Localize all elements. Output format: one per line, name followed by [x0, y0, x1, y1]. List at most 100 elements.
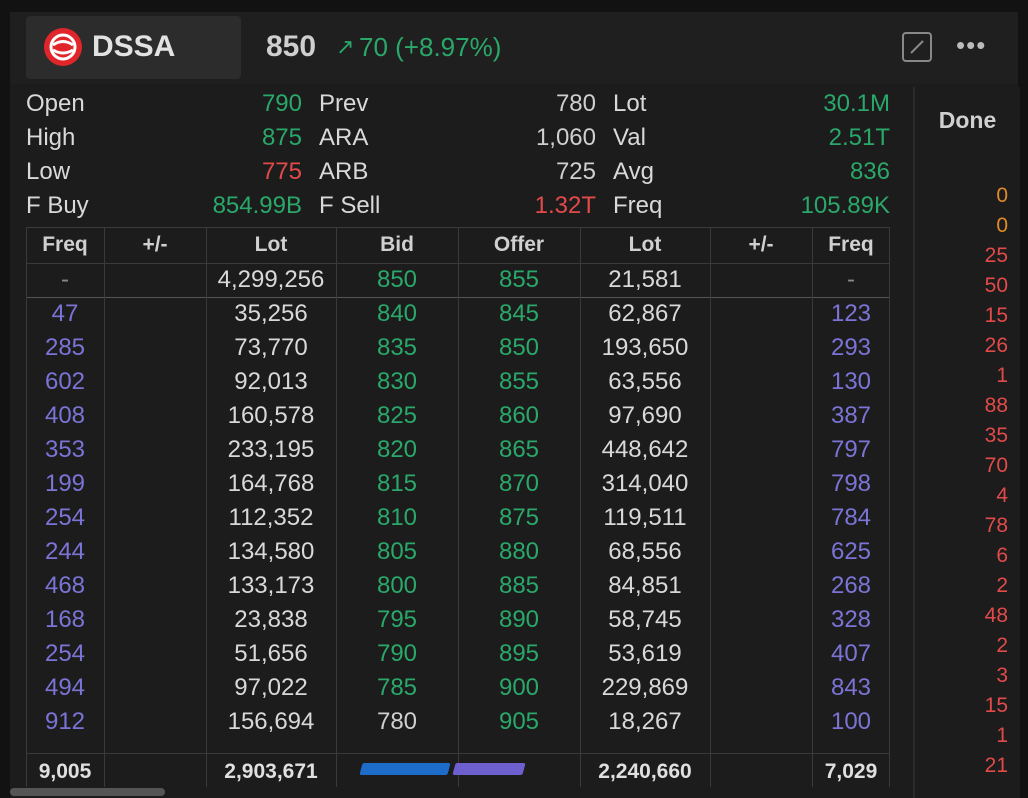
column-header[interactable]: Freq [26, 227, 104, 263]
column-header[interactable]: +/- [710, 227, 812, 263]
bid-lot-cell[interactable]: 4,299,256 [206, 263, 336, 297]
bid-lot-cell[interactable]: 112,352 [206, 501, 336, 535]
column-header[interactable]: Lot [206, 227, 336, 263]
bid-price-cell[interactable]: 795 [336, 603, 458, 637]
offer-freq-cell[interactable]: 798 [812, 467, 890, 501]
bid-lot-cell[interactable]: 51,656 [206, 637, 336, 671]
offer-freq-cell[interactable]: 293 [812, 331, 890, 365]
bid-price-cell[interactable]: 820 [336, 433, 458, 467]
bid-lot-cell[interactable]: 35,256 [206, 297, 336, 331]
bid-freq-cell[interactable]: 254 [26, 637, 104, 671]
column-header[interactable]: Bid [336, 227, 458, 263]
bid-freq-cell[interactable]: - [26, 263, 104, 297]
bid-lot-cell[interactable]: 23,838 [206, 603, 336, 637]
offer-freq-cell[interactable]: 268 [812, 569, 890, 603]
offer-freq-cell[interactable]: 625 [812, 535, 890, 569]
offer-price-cell[interactable]: 870 [458, 467, 580, 501]
bid-freq-cell[interactable]: 353 [26, 433, 104, 467]
offer-freq-cell[interactable]: 797 [812, 433, 890, 467]
horizontal-scrollbar[interactable] [10, 788, 165, 796]
bid-lot-cell[interactable]: 233,195 [206, 433, 336, 467]
bid-freq-cell[interactable]: 912 [26, 705, 104, 739]
bid-freq-cell[interactable]: 285 [26, 331, 104, 365]
offer-lot-cell[interactable]: 68,556 [580, 535, 710, 569]
bid-freq-cell[interactable]: 408 [26, 399, 104, 433]
bid-freq-cell[interactable]: 254 [26, 501, 104, 535]
offer-freq-cell[interactable]: 130 [812, 365, 890, 399]
offer-price-cell[interactable]: 890 [458, 603, 580, 637]
column-header[interactable]: Freq [812, 227, 890, 263]
bid-lot-cell[interactable]: 133,173 [206, 569, 336, 603]
offer-lot-cell[interactable]: 58,745 [580, 603, 710, 637]
offer-price-cell[interactable]: 895 [458, 637, 580, 671]
bid-price-cell[interactable]: 850 [336, 263, 458, 297]
bid-freq-cell[interactable]: 494 [26, 671, 104, 705]
offer-lot-cell[interactable]: 229,869 [580, 671, 710, 705]
offer-freq-cell[interactable]: 387 [812, 399, 890, 433]
offer-price-cell[interactable]: 880 [458, 535, 580, 569]
offer-lot-cell[interactable]: 193,650 [580, 331, 710, 365]
offer-lot-cell[interactable]: 314,040 [580, 467, 710, 501]
bid-price-cell[interactable]: 790 [336, 637, 458, 671]
bid-freq-cell[interactable]: 47 [26, 297, 104, 331]
edit-icon[interactable] [902, 32, 932, 62]
bid-lot-cell[interactable]: 134,580 [206, 535, 336, 569]
offer-price-cell[interactable]: 860 [458, 399, 580, 433]
column-header[interactable]: Offer [458, 227, 580, 263]
bid-price-cell[interactable]: 800 [336, 569, 458, 603]
offer-price-cell[interactable]: 855 [458, 263, 580, 297]
bid-freq-cell[interactable]: 199 [26, 467, 104, 501]
bid-freq-cell[interactable]: 244 [26, 535, 104, 569]
bid-price-cell[interactable]: 810 [336, 501, 458, 535]
offer-lot-cell[interactable]: 62,867 [580, 297, 710, 331]
bid-price-cell[interactable]: 835 [336, 331, 458, 365]
offer-price-cell[interactable]: 900 [458, 671, 580, 705]
offer-freq-cell[interactable]: 123 [812, 297, 890, 331]
offer-price-cell[interactable]: 855 [458, 365, 580, 399]
stat-value: 1,060 [535, 124, 596, 151]
bid-price-cell[interactable]: 830 [336, 365, 458, 399]
offer-freq-cell[interactable]: 407 [812, 637, 890, 671]
more-options-icon[interactable]: ••• [956, 30, 986, 61]
price-change: 70 (+8.97%) [359, 32, 502, 62]
offer-lot-cell[interactable]: 97,690 [580, 399, 710, 433]
offer-freq-cell[interactable]: 784 [812, 501, 890, 535]
offer-price-cell[interactable]: 850 [458, 331, 580, 365]
offer-lot-cell[interactable]: 84,851 [580, 569, 710, 603]
offer-freq-cell[interactable]: 843 [812, 671, 890, 705]
offer-volume-bar [452, 763, 526, 775]
offer-price-cell[interactable]: 905 [458, 705, 580, 739]
offer-price-cell[interactable]: 885 [458, 569, 580, 603]
bid-lot-cell[interactable]: 92,013 [206, 365, 336, 399]
symbol-selector[interactable]: DSSA [26, 16, 241, 79]
offer-lot-cell[interactable]: 18,267 [580, 705, 710, 739]
bid-lot-cell[interactable]: 164,768 [206, 467, 336, 501]
offer-lot-cell[interactable]: 448,642 [580, 433, 710, 467]
offer-price-cell[interactable]: 875 [458, 501, 580, 535]
offer-lot-cell[interactable]: 21,581 [580, 263, 710, 297]
offer-lot-cell[interactable]: 53,619 [580, 637, 710, 671]
bid-price-cell[interactable]: 825 [336, 399, 458, 433]
bid-lot-cell[interactable]: 97,022 [206, 671, 336, 705]
bid-lot-cell[interactable]: 160,578 [206, 399, 336, 433]
bid-freq-cell[interactable]: 602 [26, 365, 104, 399]
column-header[interactable]: Lot [580, 227, 710, 263]
bid-lot-cell[interactable]: 156,694 [206, 705, 336, 739]
column-header[interactable]: +/- [104, 227, 206, 263]
stat-label: Freq [613, 192, 663, 219]
bid-price-cell[interactable]: 805 [336, 535, 458, 569]
offer-lot-cell[interactable]: 119,511 [580, 501, 710, 535]
bid-freq-cell[interactable]: 468 [26, 569, 104, 603]
offer-freq-cell[interactable]: 100 [812, 705, 890, 739]
bid-price-cell[interactable]: 780 [336, 705, 458, 739]
bid-price-cell[interactable]: 785 [336, 671, 458, 705]
offer-price-cell[interactable]: 845 [458, 297, 580, 331]
offer-freq-cell[interactable]: 328 [812, 603, 890, 637]
offer-freq-cell[interactable]: - [812, 263, 890, 297]
offer-price-cell[interactable]: 865 [458, 433, 580, 467]
offer-lot-cell[interactable]: 63,556 [580, 365, 710, 399]
bid-freq-cell[interactable]: 168 [26, 603, 104, 637]
bid-price-cell[interactable]: 815 [336, 467, 458, 501]
bid-lot-cell[interactable]: 73,770 [206, 331, 336, 365]
bid-price-cell[interactable]: 840 [336, 297, 458, 331]
